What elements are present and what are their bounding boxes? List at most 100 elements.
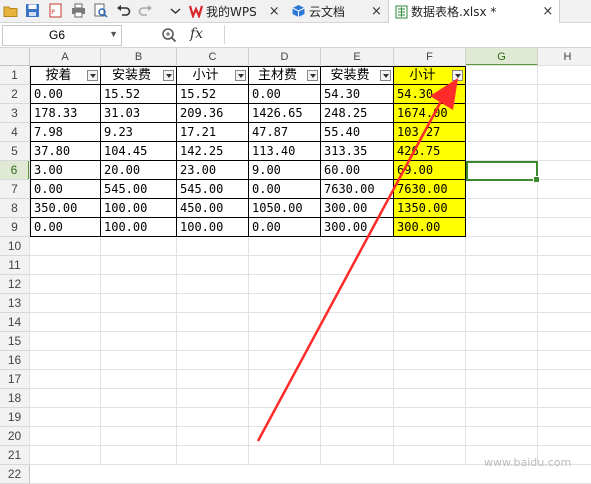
row-header-15[interactable]: 15 (0, 332, 30, 351)
header-cell[interactable]: 按着 (30, 66, 101, 85)
row-header-13[interactable]: 13 (0, 294, 30, 313)
data-cell[interactable]: 142.25 (177, 142, 249, 161)
formula-input[interactable] (224, 25, 590, 44)
fill-handle[interactable] (533, 176, 540, 183)
row-header-17[interactable]: 17 (0, 370, 30, 389)
select-all-corner[interactable] (0, 48, 30, 66)
data-cell[interactable]: 300.00 (394, 218, 466, 237)
data-cell[interactable]: 545.00 (177, 180, 249, 199)
close-icon[interactable]: × (269, 4, 280, 19)
data-cell[interactable]: 1050.00 (249, 199, 321, 218)
filter-dropdown-icon[interactable] (307, 70, 318, 81)
zoom-search-icon[interactable] (161, 27, 177, 43)
data-cell[interactable]: 100.00 (101, 218, 177, 237)
row-header-3[interactable]: 3 (0, 104, 30, 123)
filter-dropdown-icon[interactable] (380, 70, 391, 81)
row-header-11[interactable]: 11 (0, 256, 30, 275)
row-header-10[interactable]: 10 (0, 237, 30, 256)
column-header-e[interactable]: E (321, 48, 394, 66)
data-cell[interactable]: 0.00 (249, 85, 321, 104)
close-icon[interactable]: × (371, 4, 382, 19)
row-header-7[interactable]: 7 (0, 180, 30, 199)
data-cell[interactable]: 7.98 (30, 123, 101, 142)
header-cell[interactable]: 安装费 (321, 66, 394, 85)
data-cell[interactable]: 313.35 (321, 142, 394, 161)
data-cell[interactable]: 103.27 (394, 123, 466, 142)
column-header-h[interactable]: H (538, 48, 591, 66)
data-cell[interactable]: 23.00 (177, 161, 249, 180)
tab-active-spreadsheet[interactable]: 数据表格.xlsx * × (388, 0, 561, 23)
data-cell[interactable]: 104.45 (101, 142, 177, 161)
row-header-8[interactable]: 8 (0, 199, 30, 218)
header-cell[interactable]: 主材费 (249, 66, 321, 85)
more-chevron-down-icon[interactable] (168, 3, 183, 18)
data-cell[interactable]: 0.00 (30, 85, 101, 104)
data-cell[interactable]: 69.00 (394, 161, 466, 180)
row-header-2[interactable]: 2 (0, 85, 30, 104)
filter-dropdown-icon[interactable] (87, 70, 98, 81)
data-cell[interactable]: 209.36 (177, 104, 249, 123)
data-cell[interactable]: 37.80 (30, 142, 101, 161)
data-cell[interactable]: 7630.00 (394, 180, 466, 199)
data-cell[interactable]: 0.00 (249, 218, 321, 237)
undo-icon[interactable] (116, 3, 131, 18)
close-icon[interactable]: × (542, 4, 553, 19)
data-cell[interactable]: 300.00 (321, 199, 394, 218)
data-cell[interactable]: 350.00 (30, 199, 101, 218)
data-cell[interactable]: 178.33 (30, 104, 101, 123)
data-cell[interactable]: 9.00 (249, 161, 321, 180)
chevron-down-icon[interactable]: ▼ (109, 29, 118, 39)
tab-cloud-docs[interactable]: 云文档 × (291, 0, 382, 22)
data-cell[interactable]: 9.23 (101, 123, 177, 142)
spreadsheet-grid[interactable]: ABCDEFGH 1 2 3 4 5 6 7 8 9 10 11 12 13 14 15 16 17 18 19 20… (0, 48, 591, 484)
data-cell[interactable]: 55.40 (321, 123, 394, 142)
row-header-4[interactable]: 4 (0, 123, 30, 142)
data-cell[interactable]: 1350.00 (394, 199, 466, 218)
data-cell[interactable]: 426.75 (394, 142, 466, 161)
row-header-22[interactable]: 22 (0, 465, 30, 484)
row-header-5[interactable]: 5 (0, 142, 30, 161)
insert-function-button[interactable]: fx (190, 26, 203, 42)
data-cell[interactable]: 545.00 (101, 180, 177, 199)
row-header-16[interactable]: 16 (0, 351, 30, 370)
active-cell-selection[interactable] (466, 161, 540, 183)
data-cell[interactable]: 0.00 (30, 218, 101, 237)
data-cell[interactable]: 15.52 (101, 85, 177, 104)
data-cell[interactable]: 20.00 (101, 161, 177, 180)
print-icon[interactable] (71, 3, 86, 18)
column-header-f[interactable]: F (394, 48, 466, 66)
data-cell[interactable]: 0.00 (30, 180, 101, 199)
data-cell[interactable]: 300.00 (321, 218, 394, 237)
data-cell[interactable]: 54.30 (394, 85, 466, 104)
data-cell[interactable]: 47.87 (249, 123, 321, 142)
data-cell[interactable]: 7630.00 (321, 180, 394, 199)
row-header-20[interactable]: 20 (0, 427, 30, 446)
row-header-9[interactable]: 9 (0, 218, 30, 237)
row-header-21[interactable]: 21 (0, 446, 30, 465)
row-header-19[interactable]: 19 (0, 408, 30, 427)
row-header-6[interactable]: 6 (0, 161, 30, 180)
row-header-14[interactable]: 14 (0, 313, 30, 332)
data-cell[interactable]: 113.40 (249, 142, 321, 161)
tab-my-wps[interactable]: 我的WPS × (189, 0, 280, 22)
column-header-d[interactable]: D (249, 48, 321, 66)
column-header-b[interactable]: B (101, 48, 177, 66)
row-header-18[interactable]: 18 (0, 389, 30, 408)
data-cell[interactable]: 60.00 (321, 161, 394, 180)
redo-icon[interactable] (138, 3, 153, 18)
data-cell[interactable]: 3.00 (30, 161, 101, 180)
data-cell[interactable]: 1674.00 (394, 104, 466, 123)
column-header-c[interactable]: C (177, 48, 249, 66)
data-cell[interactable]: 1426.65 (249, 104, 321, 123)
column-header-g[interactable]: G (466, 48, 538, 66)
row-header-12[interactable]: 12 (0, 275, 30, 294)
open-folder-icon[interactable] (3, 3, 18, 18)
export-pdf-icon[interactable]: P (48, 3, 63, 18)
filter-dropdown-icon[interactable] (163, 70, 174, 81)
data-cell[interactable]: 31.03 (101, 104, 177, 123)
name-box[interactable]: G6 ▼ (2, 25, 122, 46)
filter-dropdown-icon[interactable] (235, 70, 246, 81)
data-cell[interactable]: 248.25 (321, 104, 394, 123)
save-icon[interactable] (25, 3, 40, 18)
data-cell[interactable]: 15.52 (177, 85, 249, 104)
